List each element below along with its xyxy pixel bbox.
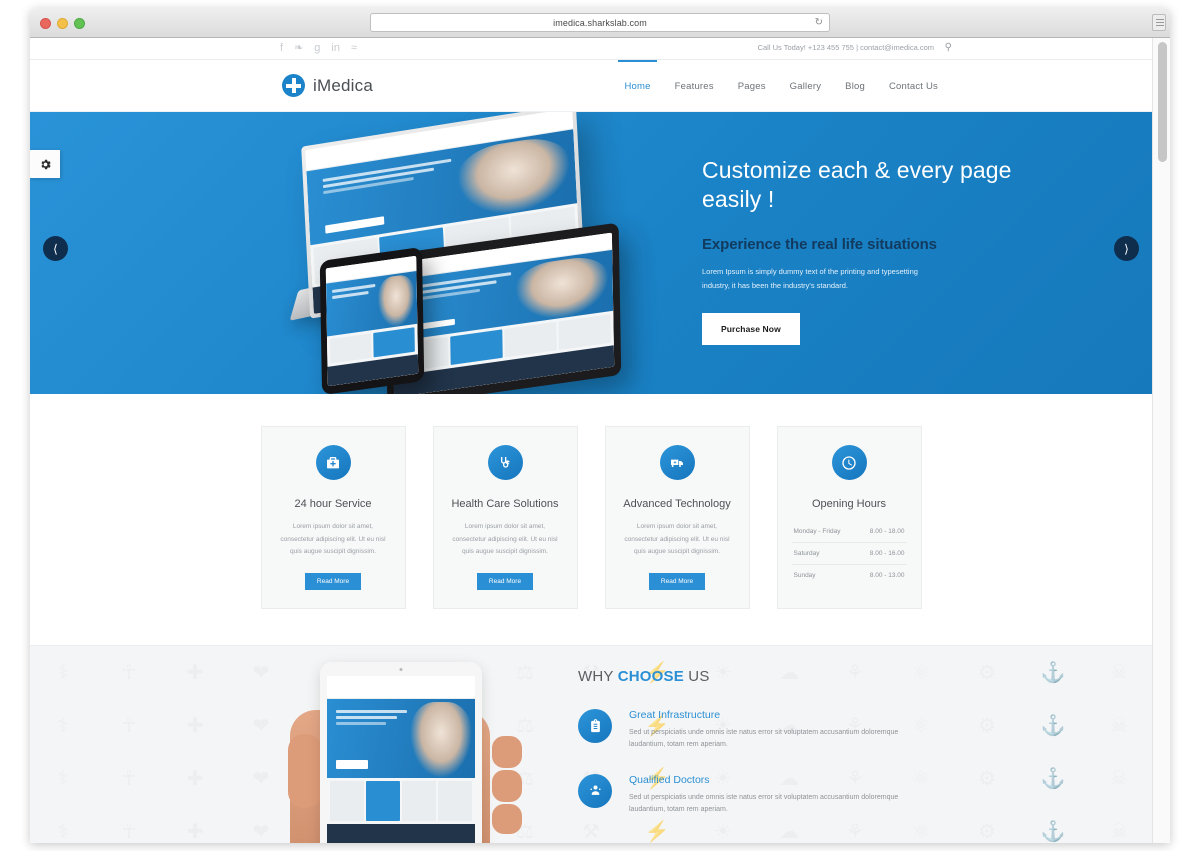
opening-hours-row: Sunday 8.00 - 13.00 [792,565,907,586]
tab-list-button[interactable] [1152,14,1166,31]
medical-bag-icon [315,445,351,480]
service-title: 24 hour Service [294,498,372,510]
title-part-choose: CHOOSE [617,668,684,686]
why-choose-us-copy: WHY CHOOSE US Great Infrastructure Sed u… [578,648,929,843]
time-value: 8.00 - 16.00 [869,550,905,557]
day-label: Monday - Friday [793,528,841,535]
service-text: Lorem ipsum dolor sit amet, consectetur … [280,523,386,556]
finger-shape [492,770,522,803]
time-value: 8.00 - 18.00 [869,528,905,535]
utility-bar: f ❧ g in ≈ Call Us Today! +123 455 755 |… [30,38,1152,60]
website-page: f ❧ g in ≈ Call Us Today! +123 455 755 |… [30,38,1152,843]
nav-item-features[interactable]: Features [663,60,726,112]
window-traffic-lights [40,18,85,29]
address-bar[interactable]: imedica.sharkslab.com ↻ [370,13,830,32]
day-label: Sunday [793,572,816,579]
service-card-advanced-technology: Advanced Technology Lorem ipsum dolor si… [604,426,750,610]
service-card-health-care-solutions: Health Care Solutions Lorem ipsum dolor … [432,426,578,610]
nav-item-blog[interactable]: Blog [833,60,877,112]
nav-item-gallery[interactable]: Gallery [778,60,834,112]
finger-shape [492,736,522,769]
hero-subheading: Experience the real life situations [702,235,937,253]
hero-heading: Customize each & every page easily ! [702,157,1012,213]
read-more-button[interactable]: Read More [304,573,362,591]
theme-settings-button[interactable] [30,150,60,178]
logo-text: iMedica [313,75,373,95]
medical-cross-icon [282,74,305,97]
ambulance-icon [659,445,695,480]
feature-qualified-doctors: Qualified Doctors Sed ut perspiciatis un… [578,773,929,817]
reload-icon[interactable]: ↻ [815,17,823,28]
zoom-window-button[interactable] [74,18,85,29]
clock-icon [831,445,867,480]
facebook-icon[interactable]: f [280,43,283,54]
feature-text: Sed ut perspiciatis unde omnis iste natu… [629,729,899,749]
opening-hours-row: Saturday 8.00 - 16.00 [791,543,907,565]
page-viewport: f ❧ g in ≈ Call Us Today! +123 455 755 |… [30,38,1170,843]
contact-info: Call Us Today! +123 455 755 | contact@im… [757,43,934,52]
opening-hours-table: Monday - Friday 8.00 - 18.00 Saturday 8.… [791,521,907,586]
opening-hours-card: Opening Hours Monday - Friday 8.00 - 18.… [776,426,922,610]
social-links: f ❧ g in ≈ [280,43,357,54]
hero-paragraph: Lorem Ipsum is simply dummy text of the … [702,266,918,290]
purchase-now-button[interactable]: Purchase Now [702,312,800,345]
service-title: Health Care Solutions [451,498,559,510]
feature-text: Sed ut perspiciatis unde omnis iste natu… [629,793,899,813]
device-mockup-image [278,112,668,394]
title-part-us: US [683,668,710,686]
opening-hours-row: Monday - Friday 8.00 - 18.00 [791,521,907,543]
clipboard-icon [578,709,612,744]
close-window-button[interactable] [40,18,51,29]
services-section: 24 hour Service Lorem ipsum dolor sit am… [30,394,1152,646]
read-more-button[interactable]: Read More [648,573,706,591]
hand-holding-tablet-image [278,648,526,843]
stethoscope-icon [487,445,523,480]
service-card-24-hour-service: 24 hour Service Lorem ipsum dolor sit am… [260,426,406,610]
browser-chrome-bar: imedica.sharkslab.com ↻ [30,8,1170,38]
main-navigation: Home Features Pages Gallery Blog Contact… [612,60,950,112]
time-value: 8.00 - 13.00 [869,572,905,579]
search-icon[interactable]: ⚲ [945,42,952,53]
nav-item-contact-us[interactable]: Contact Us [877,60,950,112]
why-choose-us-section: ⚕☥✚❤☺⚲⚗⚖⚒⚡☀☁⚘⚛⚙⚓☠⚕☥✚❤☺⚲⚗⚖⚒⚡☀☁⚘⚛⚙⚓☠⚕☥✚❤☺⚲… [30,645,1152,843]
nav-item-home[interactable]: Home [612,60,662,112]
smartphone-mockup [319,246,425,394]
slider-prev-button[interactable]: ⟨ [43,236,68,261]
feature-title: Qualified Doctors [629,773,710,786]
gear-icon [40,159,51,169]
service-text: Lorem ipsum dolor sit amet, consectetur … [624,523,730,556]
hero-slider: Customize each & every page easily ! Exp… [30,112,1152,394]
linkedin-icon[interactable]: in [331,43,340,54]
feature-great-infrastructure: Great Infrastructure Sed ut perspiciatis… [578,709,929,752]
twitter-icon[interactable]: ❧ [294,43,303,54]
opening-hours-title: Opening Hours [812,498,886,510]
title-part-why: WHY [578,668,618,686]
service-title: Advanced Technology [623,498,731,510]
rss-icon[interactable]: ≈ [351,43,357,54]
site-header: iMedica Home Features Pages Gallery Blog… [30,60,1152,112]
service-text: Lorem ipsum dolor sit amet, consectetur … [452,523,558,556]
feature-title: Great Infrastructure [629,709,721,722]
day-label: Saturday [793,550,820,557]
tablet-device-mockup [320,662,482,843]
doctor-icon [578,773,612,808]
nav-item-pages[interactable]: Pages [726,60,778,112]
slider-next-button[interactable]: ⟩ [1114,236,1139,261]
hero-copy: Customize each & every page easily ! Exp… [702,156,1022,345]
finger-shape [492,804,522,835]
page-scrollbar[interactable] [1152,38,1170,843]
minimize-window-button[interactable] [57,18,68,29]
browser-window: imedica.sharkslab.com ↻ f ❧ g in ≈ Call … [30,8,1170,843]
read-more-button[interactable]: Read More [476,573,534,591]
thumb-shape [288,734,322,809]
why-choose-us-title: WHY CHOOSE US [578,668,929,685]
site-logo[interactable]: iMedica [282,74,373,97]
url-text: imedica.sharkslab.com [553,17,647,28]
google-plus-icon[interactable]: g [314,43,320,54]
scrollbar-thumb[interactable] [1158,42,1167,162]
